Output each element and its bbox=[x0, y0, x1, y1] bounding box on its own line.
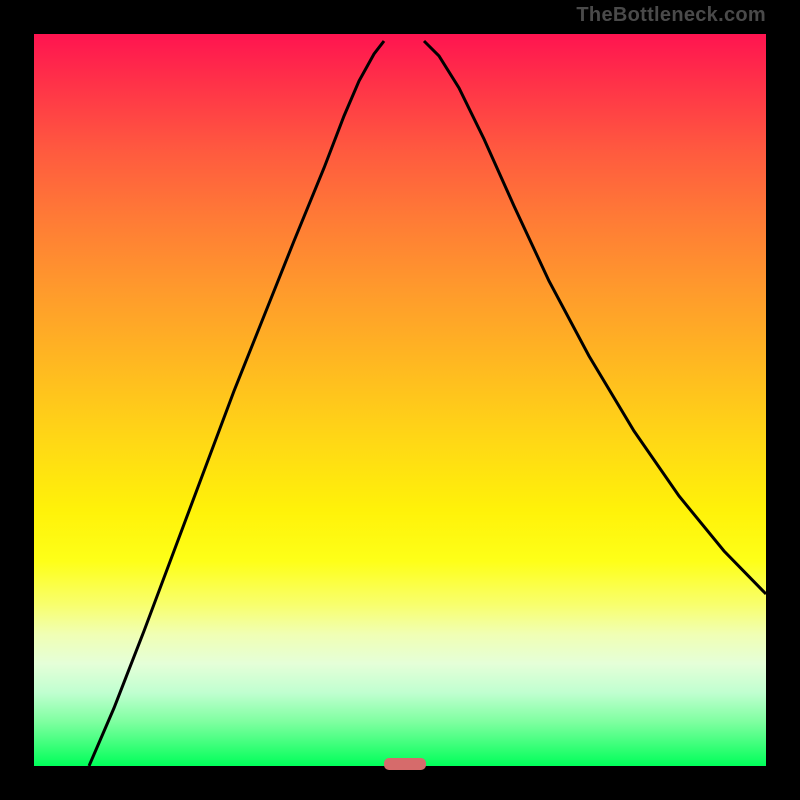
right-curve bbox=[424, 41, 766, 594]
plot-area bbox=[34, 34, 766, 766]
curve-svg bbox=[34, 34, 766, 766]
left-curve bbox=[89, 41, 384, 766]
watermark-text: TheBottleneck.com bbox=[576, 4, 766, 27]
bottom-marker bbox=[384, 758, 426, 770]
chart-container: TheBottleneck.com bbox=[0, 0, 800, 800]
